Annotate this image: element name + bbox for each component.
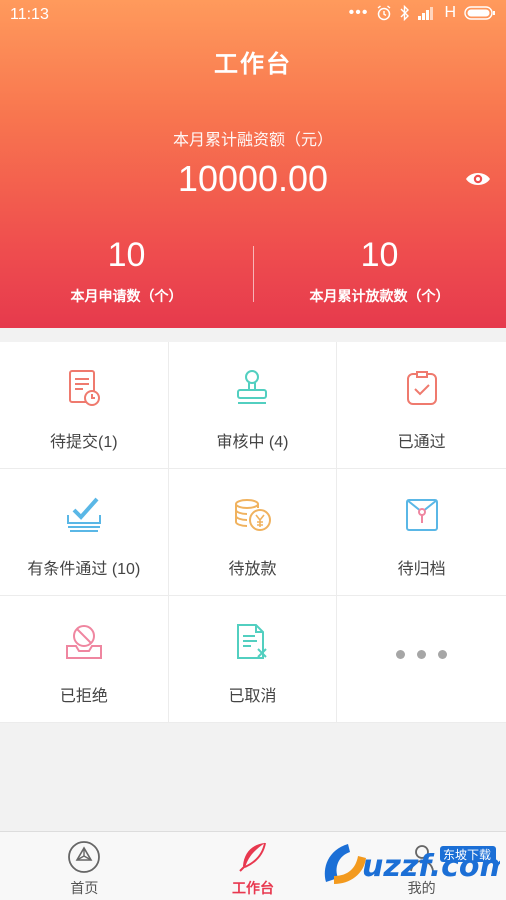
stat-value: 10 <box>107 236 146 274</box>
tab-label: 首页 <box>70 880 99 896</box>
tab-workbench[interactable]: 工作台 <box>169 832 338 900</box>
stat-value: 10 <box>360 236 399 274</box>
grid-item-label: 待放款 <box>228 561 277 578</box>
tab-home[interactable]: 首页 <box>0 832 169 900</box>
grid-item-label: 已拒绝 <box>59 688 108 705</box>
svg-text:东坡下载: 东坡下载 <box>443 848 491 862</box>
watermark-logo: uzzf.com 东坡下载 <box>320 838 506 888</box>
stat-label: 本月申请数（个） <box>70 288 183 304</box>
stat-label: 本月累计放款数（个） <box>309 288 450 304</box>
grid-item-label: 已取消 <box>228 688 277 705</box>
grid-item-rejected[interactable]: 已拒绝 <box>0 596 169 723</box>
monthly-finance-label: 本月累计融资额（元） <box>172 132 333 149</box>
grid-item-more[interactable] <box>337 596 506 723</box>
signal-icon <box>418 6 436 20</box>
status-time: 11:13 <box>10 6 49 23</box>
grid-item-conditional-pass[interactable]: 有条件通过 (10) <box>0 469 169 596</box>
more-icon <box>337 646 506 664</box>
grid-item-under-review[interactable]: 审核中 (4) <box>168 342 338 469</box>
alarm-icon <box>376 5 392 21</box>
eye-icon[interactable] <box>464 168 492 190</box>
network-type: H <box>444 4 456 21</box>
grid-item-pending-archive[interactable]: 待归档 <box>337 469 506 596</box>
status-more-dots: ••• <box>348 4 369 21</box>
check-tray-icon <box>64 495 104 535</box>
bluetooth-icon <box>400 5 410 21</box>
page-title: 工作台 <box>214 51 292 78</box>
status-bar: 11:13 ••• H <box>0 0 506 30</box>
stat-monthly-applications: 10 本月申请数（个） <box>0 234 253 306</box>
clipboard-check-icon <box>402 368 442 408</box>
grid-item-pending-submit[interactable]: 待提交(1) <box>0 342 169 469</box>
coins-yen-icon <box>232 495 272 535</box>
grid-item-label: 有条件通过 (10) <box>27 561 141 578</box>
stamp-icon <box>232 368 272 408</box>
feather-icon <box>236 840 270 874</box>
home-wheel-icon <box>67 840 101 874</box>
grid-item-label: 审核中 (4) <box>216 434 289 451</box>
workbench-grid: 待提交(1) 审核中 (4) 已通过 有条件通过 (10) 待放款 待归档 已拒… <box>0 342 506 723</box>
stat-monthly-loans: 10 本月累计放款数（个） <box>253 234 506 306</box>
header: 11:13 ••• H 工作台 本月累计融资额（元） 10000.00 10 本… <box>0 0 506 328</box>
reject-tray-icon <box>64 622 104 662</box>
document-clock-icon <box>64 368 104 408</box>
grid-item-cancelled[interactable]: 已取消 <box>168 596 338 723</box>
document-cancel-icon <box>232 622 272 662</box>
grid-item-label: 待归档 <box>397 561 446 578</box>
tab-label: 工作台 <box>231 880 274 896</box>
battery-icon <box>464 5 496 21</box>
grid-item-label: 已通过 <box>397 434 446 451</box>
grid-item-approved[interactable]: 已通过 <box>337 342 506 469</box>
grid-item-pending-loan[interactable]: 待放款 <box>168 469 338 596</box>
grid-item-label: 待提交(1) <box>50 434 118 451</box>
envelope-archive-icon <box>402 495 442 535</box>
status-icons: ••• H <box>349 4 496 22</box>
monthly-finance-amount: 10000.00 <box>177 158 329 199</box>
